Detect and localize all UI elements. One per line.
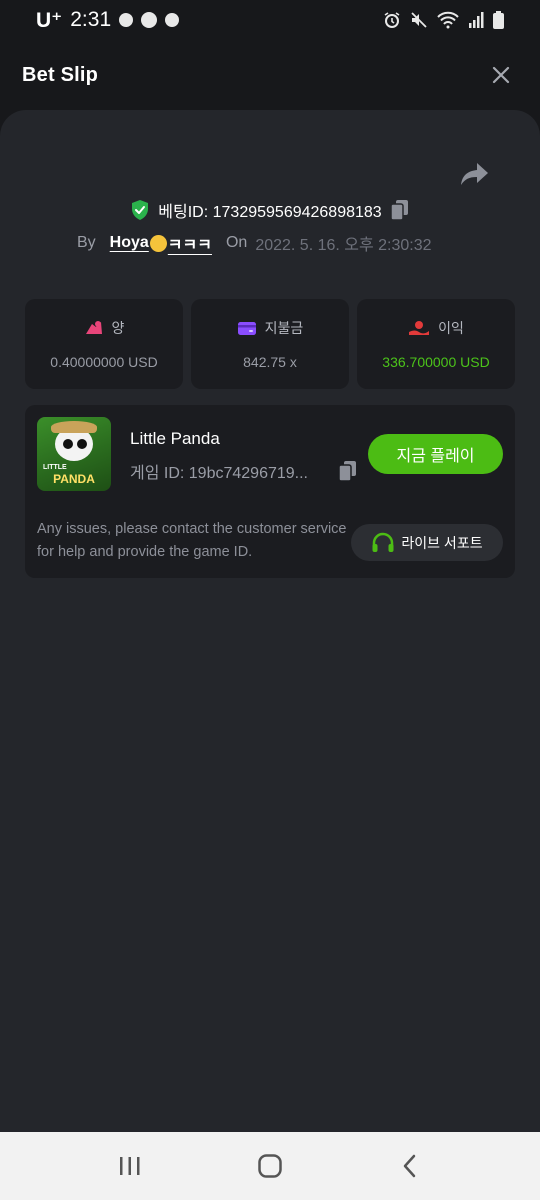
copy-icon xyxy=(338,461,356,482)
stat-value: 336.700000 USD xyxy=(382,354,490,370)
bet-stats: 양 0.40000000 USD 지불금 842.75 x 이익 336.700… xyxy=(25,299,515,389)
stat-amount: 양 0.40000000 USD xyxy=(25,299,183,389)
signal-icon xyxy=(469,12,484,28)
recents-icon xyxy=(120,1157,140,1175)
page-title: Bet Slip xyxy=(22,63,99,86)
panda-eye xyxy=(63,439,73,449)
game-card: LITTLE PANDA Little Panda 게임 ID: 19bc742… xyxy=(25,405,515,578)
by-label: By xyxy=(77,234,96,251)
close-button[interactable] xyxy=(486,60,516,90)
copy-icon xyxy=(389,200,408,221)
verified-shield-icon xyxy=(132,200,149,220)
share-button[interactable] xyxy=(460,160,490,188)
panda-eye xyxy=(77,439,87,449)
live-support-button[interactable]: 라이브 서포트 xyxy=(351,524,503,561)
back-button[interactable] xyxy=(380,1136,440,1196)
stat-profit: 이익 336.700000 USD xyxy=(357,299,515,389)
share-icon xyxy=(461,163,488,185)
stat-value: 842.75 x xyxy=(243,354,297,370)
profit-icon xyxy=(409,321,430,335)
home-button[interactable] xyxy=(240,1136,300,1196)
mute-icon xyxy=(411,12,427,28)
oi-lock-icon xyxy=(141,12,158,28)
stat-head: 양 xyxy=(84,318,125,338)
on-label: On xyxy=(225,234,248,251)
wallet-icon xyxy=(237,322,256,335)
thumbnail-small-text: LITTLE xyxy=(43,464,67,471)
clock: 2:31 xyxy=(70,8,112,31)
pill-icon xyxy=(119,13,134,27)
status-bar-right xyxy=(383,11,504,29)
alarm-icon xyxy=(384,12,400,28)
stat-head: 지불금 xyxy=(237,318,304,338)
bet-id-row: 베팅ID: 1732959569426898183 xyxy=(0,198,540,222)
bet-date: 2022. 5. 16. 오후 2:30:32 xyxy=(255,237,432,254)
wifi-icon xyxy=(437,11,459,29)
back-icon xyxy=(403,1154,416,1178)
copy-game-id-button[interactable] xyxy=(338,460,358,482)
status-bar-left: U⁺ 2:31 xyxy=(36,8,180,33)
username: Hoya xyxy=(109,234,149,251)
headset-icon xyxy=(372,532,394,552)
system-nav-bar xyxy=(0,1132,540,1200)
stat-head: 이익 xyxy=(408,318,464,338)
bet-slip-panel: 베팅ID: 1732959569426898183 By Hoya ㅋㅋㅋ On… xyxy=(0,110,540,1132)
bet-slip-header: Bet Slip xyxy=(0,40,540,110)
close-icon xyxy=(492,66,510,84)
thumbnail-logo-text: PANDA xyxy=(53,472,95,486)
game-id: 게임 ID: 19bc74296719... xyxy=(130,465,308,482)
panda-hat-art xyxy=(51,421,97,433)
bet-amount-icon xyxy=(85,321,102,334)
stat-label: 이익 xyxy=(438,320,464,336)
bubble-icon xyxy=(165,13,180,27)
copy-bet-id-button[interactable] xyxy=(389,199,410,221)
recents-button[interactable] xyxy=(100,1136,160,1196)
play-now-button[interactable]: 지금 플레이 xyxy=(368,434,503,474)
stat-value: 0.40000000 USD xyxy=(50,354,158,370)
bet-meta-row: By Hoya ㅋㅋㅋ On 2022. 5. 16. 오후 2:30:32 xyxy=(77,231,432,255)
stat-label: 지불금 xyxy=(264,320,304,336)
live-support-label: 라이브 서포트 xyxy=(401,534,483,551)
game-id-row: 게임 ID: 19bc74296719... xyxy=(130,459,358,483)
game-thumbnail[interactable]: LITTLE PANDA xyxy=(37,417,111,491)
home-icon xyxy=(258,1154,282,1178)
username-suffix: ㅋㅋㅋ xyxy=(167,237,212,254)
emoji-icon xyxy=(149,234,167,252)
stat-payout: 지불금 842.75 x xyxy=(191,299,349,389)
bet-id: 베팅ID: 1732959569426898183 xyxy=(158,204,382,221)
user-link[interactable]: Hoya ㅋㅋㅋ xyxy=(110,231,212,255)
battery-icon xyxy=(493,11,504,29)
carrier-label: U⁺ xyxy=(36,8,63,32)
game-title: Little Panda xyxy=(130,429,220,448)
help-text: Any issues, please contact the customer … xyxy=(37,521,347,560)
status-bar: U⁺ 2:31 xyxy=(0,0,540,40)
stat-label: 양 xyxy=(111,320,125,336)
